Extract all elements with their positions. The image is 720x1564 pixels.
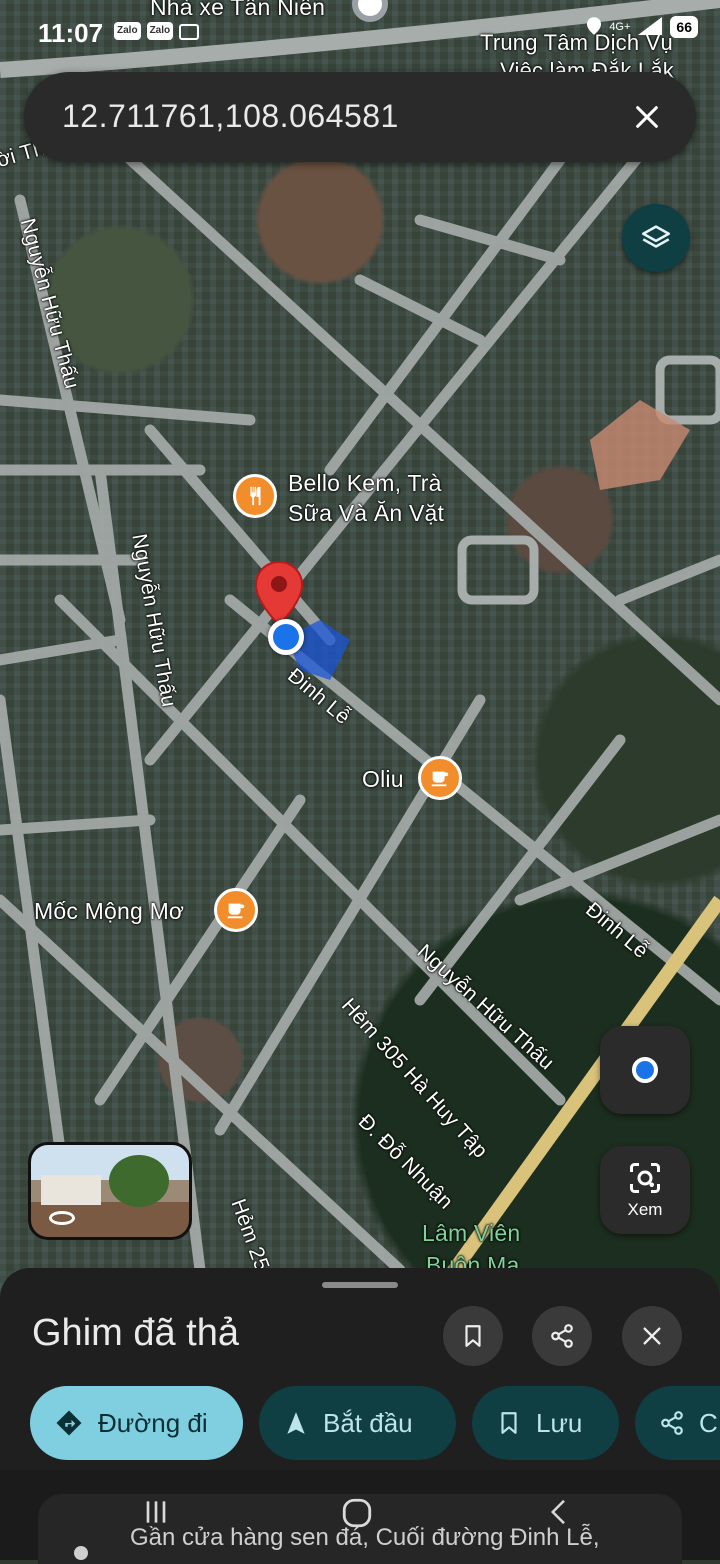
cafe-icon [431,771,449,787]
bookmark-icon [465,1325,481,1347]
status-right: 4G+ 66 [587,16,698,38]
lens-label: Xem [627,1200,663,1219]
layers-icon [641,225,671,248]
search-bar[interactable]: 12.711761,108.064581 [24,72,696,162]
recent-apps-button[interactable] [140,1496,172,1533]
status-time: 11:07 [38,18,104,48]
screenshot-icon [179,24,200,40]
share-icon [661,1411,683,1435]
location-status-icon [587,16,602,38]
restaurant-icon [250,486,261,506]
cafe-icon [227,903,245,919]
place-oliu[interactable]: Oliu [362,766,404,793]
battery-indicator: 66 [670,16,698,38]
save-icon-button[interactable] [443,1306,503,1366]
sheet-drag-handle[interactable] [322,1282,398,1288]
close-icon [643,1327,661,1345]
clear-search-button[interactable] [624,94,670,140]
save-button[interactable]: Lưu [472,1386,619,1460]
zalo-icon: Zalo [114,22,141,40]
home-icon [342,1498,372,1528]
place-nha-xe[interactable]: Nhà xe Tân Niên [150,0,325,21]
place-sheet[interactable]: Ghim đã thả Đường đi Bắt đầu Lưu C [0,1268,720,1470]
recent-apps-icon [146,1501,166,1523]
back-button[interactable] [544,1496,574,1533]
place-lam-vien[interactable]: Lâm Viên [422,1220,520,1247]
share-button[interactable]: C [635,1386,720,1460]
home-button[interactable] [340,1496,374,1535]
back-icon [550,1499,565,1525]
poi-moc-mong-mo-icon[interactable] [214,888,258,932]
directions-label: Đường đi [98,1407,208,1438]
place-bello[interactable]: Sữa Và Ăn Vặt [288,500,444,527]
place-moc-mong-mo[interactable]: Mốc Mộng Mơ [34,898,184,925]
lens-icon [630,1163,660,1193]
poi-bello-icon[interactable] [233,474,277,518]
pin-small-icon [74,1546,88,1560]
bookmark-icon [501,1412,517,1434]
share-label: C [699,1407,718,1438]
my-location-button[interactable] [600,1026,690,1114]
status-notifications: Zalo Zalo [114,22,200,40]
close-sheet-button[interactable] [622,1306,682,1366]
poi-oliu-icon[interactable] [418,756,462,800]
street-view-thumbnail[interactable] [28,1142,192,1240]
save-label: Lưu [536,1407,583,1438]
navigation-arrow-icon [287,1412,305,1434]
sheet-title: Ghim đã thả [32,1312,239,1354]
search-query[interactable]: 12.711761,108.064581 [62,98,399,135]
network-label: 4G+ [609,21,631,33]
share-icon-button[interactable] [532,1306,592,1366]
my-location-icon [632,1057,658,1083]
house-shape [41,1175,101,1205]
street-view-rotate-icon [49,1211,75,1225]
signal-icon [638,16,663,38]
layers-button[interactable] [622,204,690,272]
share-icon [551,1324,573,1348]
current-location-dot [268,619,304,655]
tree-shape [109,1155,169,1207]
directions-button[interactable]: Đường đi [30,1386,243,1460]
start-label: Bắt đầu [323,1407,413,1438]
directions-icon [56,1410,82,1436]
start-button[interactable]: Bắt đầu [259,1386,456,1460]
close-icon [636,106,658,128]
zalo-icon: Zalo [146,22,174,40]
lens-view-button[interactable]: Xem [600,1146,690,1234]
place-bello[interactable]: Bello Kem, Trà [288,470,442,497]
